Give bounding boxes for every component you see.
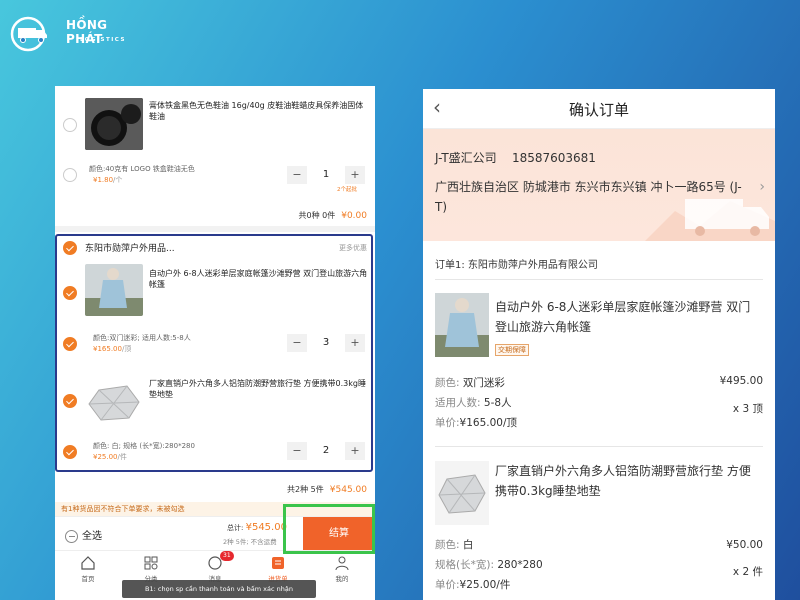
line-quantity: x 3 顶 xyxy=(732,403,763,415)
recipient-contact: J-T盛汇公司 18587603681 xyxy=(435,151,596,165)
divider xyxy=(435,446,763,447)
shoe-polish-image xyxy=(85,98,143,150)
tent-product-image xyxy=(435,293,489,357)
tab-profile[interactable]: 我的 xyxy=(317,555,367,583)
product-price: ¥1.80/个 xyxy=(93,176,123,184)
unit-price: 单价:¥165.00/顶 xyxy=(435,417,518,429)
truck-logo-icon xyxy=(10,16,47,52)
min-order-note: 2个起批 xyxy=(337,187,357,193)
total-amount: ¥545.00 xyxy=(245,522,287,533)
chevron-right-icon[interactable]: › xyxy=(759,179,765,195)
select-all-checkbox[interactable] xyxy=(65,529,78,543)
unit-price: 单价:¥25.00/件 xyxy=(435,579,511,591)
select-all-toggle[interactable]: 全选 xyxy=(65,527,102,543)
product-name: 自动户外 6-8人迷彩单层家庭帐篷沙滩野营 双门登山旅游六角帐篷 xyxy=(495,300,751,334)
instruction-toast: B1: chọn sp cần thanh toán và bấm xác nh… xyxy=(122,580,316,598)
product-color: 颜色: 白 xyxy=(435,539,474,551)
product-size: 规格(长*宽): 280*280 xyxy=(435,559,543,571)
hong-phat-logo: HỒNG PHÁT LOGISTICS xyxy=(10,14,140,58)
unread-badge: 31 xyxy=(220,551,234,561)
decrement-button[interactable]: − xyxy=(287,166,307,184)
product-spec: 颜色:40克有 LOGO 铁盒鞋油无色 xyxy=(89,165,195,173)
delivery-guarantee-tag: 交期保障 xyxy=(495,344,529,356)
tab-category[interactable]: 分类 xyxy=(126,555,176,583)
cart-icon xyxy=(272,557,284,569)
page-title: 确认订单 xyxy=(568,101,629,119)
cart-screen: 膏体铁盒黑色无色鞋油 16g/40g 皮鞋油鞋蜡皮具保养油固体鞋油 颜色:40克… xyxy=(55,86,375,600)
line-total: ¥50.00 xyxy=(726,539,763,551)
selection-highlight-box xyxy=(55,234,373,472)
divider xyxy=(435,279,763,280)
header: ‹ 确认订单 xyxy=(423,89,775,129)
recipient-address: 广西壮族自治区 防城港市 东兴市东兴镇 冲卜一路65号 (J-T) xyxy=(435,180,742,214)
tab-messages[interactable]: 消息 31 xyxy=(190,551,240,583)
product-capacity: 适用人数: 5-8人 xyxy=(435,397,512,409)
brand-subtitle: LOGISTICS xyxy=(80,37,126,43)
group-summary: 共2种 5件 ¥545.00 xyxy=(287,485,367,495)
quantity-stepper[interactable]: − 1 + xyxy=(287,166,365,184)
confirm-order-screen: ‹ 确认订单 J-T盛汇公司 18587603681 广西壮族自治区 防城港市 … xyxy=(423,89,775,600)
order-shop-label: 订单1: 东阳市勋萍户外用品有限公司 xyxy=(435,260,598,271)
tab-home[interactable]: 首页 xyxy=(63,555,113,583)
product-name[interactable]: 膏体铁盒黑色无色鞋油 16g/40g 皮鞋油鞋蜡皮具保养油固体鞋油 xyxy=(149,100,369,122)
item-checkbox[interactable] xyxy=(63,118,77,132)
checkout-highlight-box xyxy=(283,504,375,554)
mat-product-image xyxy=(435,461,489,525)
total-subtext: 2种 5件; 不含运费 xyxy=(223,538,277,546)
line-quantity: x 2 件 xyxy=(732,566,763,578)
product-color: 颜色: 双门迷彩 xyxy=(435,377,505,389)
tab-cart[interactable]: 进货单 xyxy=(253,555,303,583)
product-name: 厂家直销户外六角多人铝箔防潮野营旅行垫 方便携带0.3kg睡垫地垫 xyxy=(495,464,751,498)
shipping-address-card[interactable]: J-T盛汇公司 18587603681 广西壮族自治区 防城港市 东兴市东兴镇 … xyxy=(423,129,775,241)
increment-button[interactable]: + xyxy=(345,166,365,184)
quantity-value[interactable]: 1 xyxy=(309,166,343,184)
total-label: 总计: ¥545.00 xyxy=(227,522,287,533)
category-icon xyxy=(144,556,158,570)
group-summary: 共0种 0件 ¥0.00 xyxy=(298,211,368,221)
divider xyxy=(55,226,375,232)
home-icon xyxy=(81,556,95,570)
item-checkbox[interactable] xyxy=(63,168,77,182)
line-total: ¥495.00 xyxy=(719,375,763,387)
profile-icon xyxy=(335,556,349,571)
